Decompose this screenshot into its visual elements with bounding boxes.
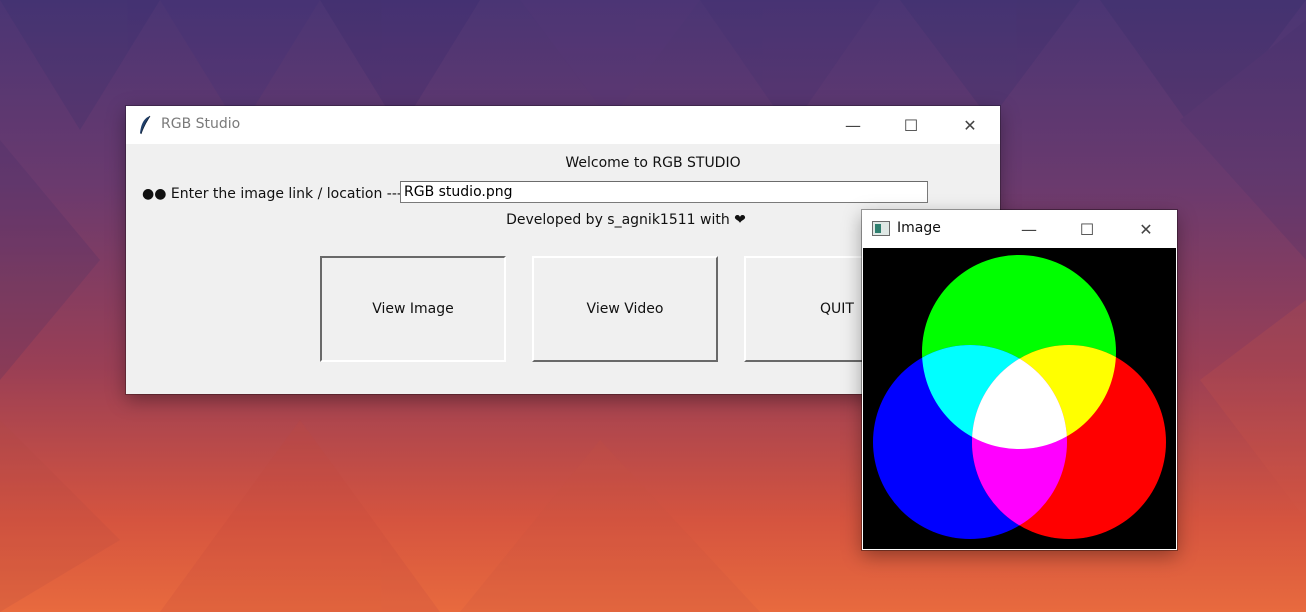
minimize-button[interactable]: — <box>824 106 882 144</box>
close-icon: ✕ <box>1139 219 1153 239</box>
welcome-heading: Welcome to RGB STUDIO <box>565 155 741 171</box>
image-window-title: Image <box>897 220 941 236</box>
image-title-bar[interactable]: Image — ☐ ✕ <box>862 210 1177 248</box>
image-app-icon <box>872 221 890 236</box>
view-video-button[interactable]: View Video <box>532 256 718 362</box>
minimize-icon: — <box>845 115 861 135</box>
maximize-icon: ☐ <box>903 115 919 135</box>
image-window: Image — ☐ ✕ <box>862 210 1177 550</box>
maximize-button[interactable]: ☐ <box>882 106 940 144</box>
image-close-button[interactable]: ✕ <box>1117 210 1175 248</box>
feather-icon <box>140 115 151 135</box>
image-canvas <box>863 248 1176 549</box>
close-icon: ✕ <box>963 115 977 135</box>
minimize-icon: — <box>1021 219 1037 239</box>
image-maximize-button[interactable]: ☐ <box>1058 210 1116 248</box>
view-image-button[interactable]: View Image <box>320 256 506 362</box>
input-label: ●● Enter the image link / location ---> <box>142 186 414 202</box>
image-path-input[interactable] <box>400 181 928 203</box>
close-button[interactable]: ✕ <box>941 106 999 144</box>
rgb-venn-image <box>873 255 1166 539</box>
title-bar[interactable]: RGB Studio — ☐ ✕ <box>126 106 1000 144</box>
maximize-icon: ☐ <box>1079 219 1095 239</box>
image-minimize-button[interactable]: — <box>1000 210 1058 248</box>
window-title: RGB Studio <box>161 116 241 132</box>
